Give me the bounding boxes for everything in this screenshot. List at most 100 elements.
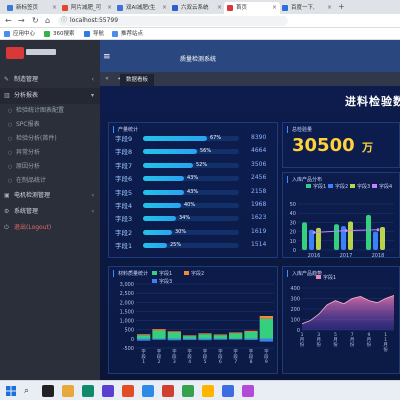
bar-fill xyxy=(143,203,181,208)
browser-icon[interactable] xyxy=(142,385,154,397)
bar xyxy=(316,227,321,250)
search-icon[interactable]: ⌕ xyxy=(24,385,36,397)
vs-icon[interactable] xyxy=(102,385,114,397)
sidebar-item[interactable]: ✎ 制造管理 ‹ xyxy=(0,72,100,88)
app-icon[interactable] xyxy=(222,385,234,397)
app-icon[interactable] xyxy=(162,385,174,397)
start-icon[interactable] xyxy=(5,385,17,397)
bar-value: 1968 xyxy=(251,201,267,208)
app-icon[interactable] xyxy=(122,385,134,397)
stack-segment xyxy=(152,338,166,340)
app-icon[interactable] xyxy=(242,385,254,397)
tab-dashboard[interactable]: 数据看板 xyxy=(120,74,155,86)
bar-value: 4664 xyxy=(251,147,267,155)
y-tick-label: 2,500 xyxy=(120,291,134,297)
sidebar-item-label: 制造管理 xyxy=(14,76,39,83)
bar xyxy=(380,227,385,250)
close-tab-icon[interactable]: × xyxy=(217,2,222,14)
app-icon[interactable] xyxy=(182,385,194,397)
tab-scroll-left-button[interactable]: « xyxy=(102,72,112,86)
bar-label: 字段1 xyxy=(115,242,133,251)
home-icon[interactable]: ⌂ xyxy=(45,16,50,25)
reload-icon[interactable]: ↻ xyxy=(32,16,39,25)
sidebar-subitem[interactable]: ○ 检验统计图表配置 xyxy=(0,104,100,118)
legend-swatch xyxy=(328,184,333,188)
bookmarks-bar: 应用中心 360搜索 导航 推荐站点 xyxy=(0,28,400,40)
sidebar-item[interactable]: ▥ 分析报表 ▾ xyxy=(0,88,100,104)
panel-production: 产量统计 字段9 67% 8390 字段8 56% 4664 字段7 52% 3506 字段6 43… xyxy=(108,122,278,258)
browser-tab[interactable]: 首页 × xyxy=(224,2,280,14)
x-tick-label: 字段 2 xyxy=(157,348,162,365)
bar-percent: 34% xyxy=(179,215,191,222)
bar xyxy=(334,224,339,250)
close-tab-icon[interactable]: × xyxy=(327,2,332,14)
app-icon[interactable] xyxy=(202,385,214,397)
x-tick-label: 2016 xyxy=(308,253,321,258)
y-tick-label: 200 xyxy=(290,307,300,313)
forward-icon[interactable]: → xyxy=(18,16,25,25)
url-text: localhost:55799 xyxy=(70,17,119,24)
close-tab-icon[interactable]: × xyxy=(107,2,112,14)
back-icon[interactable]: ← xyxy=(5,16,12,25)
total-value: 30500 xyxy=(292,135,355,156)
y-tick-label: 0 xyxy=(297,328,300,334)
browser-tab-label: 双AI减肥(生 xyxy=(126,5,156,11)
browser-tab[interactable]: 百度一下, × xyxy=(279,2,335,14)
sidebar-item[interactable]: ▣ 电机检测管理 ‹ xyxy=(0,188,100,204)
y-tick-label: 100 xyxy=(290,318,300,324)
menu-toggle-icon[interactable]: ≡ xyxy=(103,52,111,62)
file-explorer-icon[interactable] xyxy=(62,385,74,397)
sidebar-item[interactable]: ⚙ 系统管理 ‹ xyxy=(0,204,100,220)
bookmark-icon xyxy=(84,31,90,37)
sidebar-subitem[interactable]: ○ 在制品统计 xyxy=(0,174,100,188)
new-tab-icon[interactable]: + xyxy=(338,2,345,11)
bookmark-icon xyxy=(112,31,118,37)
stack-segment xyxy=(198,334,212,339)
bar-value: 1514 xyxy=(251,241,267,249)
sidebar-subitem-label: 异常分析 xyxy=(16,149,41,156)
browser-tab[interactable]: 阿片减肥_可 × xyxy=(59,2,115,14)
box-icon: ▣ xyxy=(4,192,10,199)
y-tick-label: 20 xyxy=(290,230,296,236)
sidebar-subitem[interactable]: ○ 异常分析 xyxy=(0,146,100,160)
bar-label: 字段8 xyxy=(115,148,133,157)
bookmark-item[interactable]: 360搜索 xyxy=(44,30,75,38)
bookmark-item[interactable]: 导航 xyxy=(84,30,104,38)
sidebar-item[interactable]: ⏻ 退出(Logout) xyxy=(0,220,100,236)
circle-icon: ○ xyxy=(8,178,13,184)
close-tab-icon[interactable]: × xyxy=(52,2,57,14)
y-tick-label: 300 xyxy=(290,297,300,303)
browser-tab-label: 新标签页 xyxy=(16,5,39,11)
bookmark-item[interactable]: 推荐站点 xyxy=(112,30,143,38)
browser-tab[interactable]: 新标签页 × xyxy=(4,2,60,14)
stack-segment xyxy=(244,338,258,340)
sidebar-subitem[interactable]: ○ 原因分析 xyxy=(0,160,100,174)
bar-track xyxy=(143,216,239,222)
stack-segment xyxy=(167,331,181,333)
bar-percent: 52% xyxy=(196,161,208,168)
app-icon[interactable] xyxy=(82,385,94,397)
bookmark-item[interactable]: 应用中心 xyxy=(4,30,35,38)
bar-percent: 30% xyxy=(175,228,187,235)
sidebar-subitem[interactable]: ○ 检验分析(首件) xyxy=(0,132,100,146)
close-tab-icon[interactable]: × xyxy=(162,2,167,14)
circle-icon: ○ xyxy=(8,108,13,114)
stack-segment xyxy=(259,318,273,339)
bar-fill xyxy=(143,149,197,155)
browser-tab[interactable]: 六双云系统 × xyxy=(169,2,225,14)
browser-tab-label: 百度一下, xyxy=(291,5,315,11)
legend-label: 字段2 xyxy=(335,183,348,190)
task-view-icon[interactable] xyxy=(42,385,54,397)
sidebar-item-label: 退出(Logout) xyxy=(14,224,52,231)
browser-tab[interactable]: 双AI减肥(生 × xyxy=(114,2,170,14)
legend-label: 字段1 xyxy=(159,270,172,277)
bar-value: 8390 xyxy=(251,134,267,141)
close-tab-icon[interactable]: × xyxy=(272,2,277,14)
x-tick-label: 7 月份 xyxy=(350,332,355,348)
stack-segment xyxy=(229,332,243,334)
sidebar-subitem[interactable]: ○ SPC报表 xyxy=(0,118,100,132)
bookmark-label: 360搜索 xyxy=(53,31,75,37)
bar-label: 字段2 xyxy=(115,228,133,237)
legend-swatch xyxy=(184,271,189,275)
url-input[interactable]: ⓘ localhost:55799 xyxy=(58,16,288,26)
